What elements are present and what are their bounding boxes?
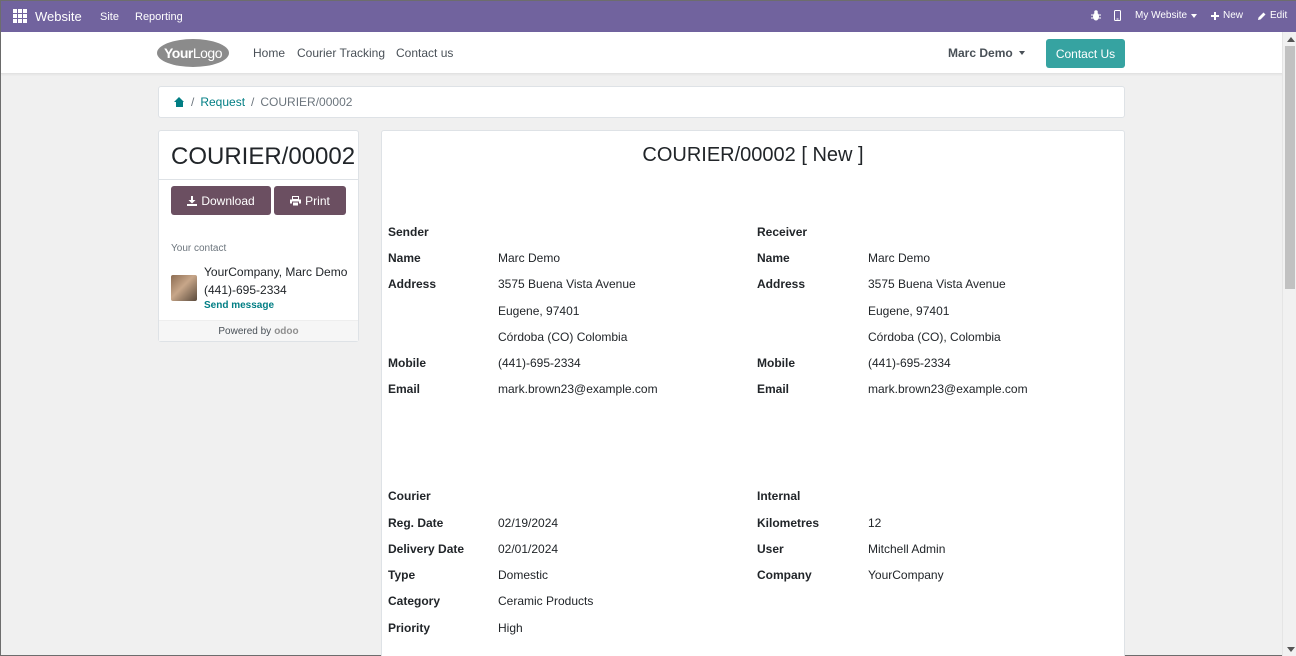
sender-email: mark.brown23@example.com <box>498 382 658 396</box>
nav-home[interactable]: Home <box>253 46 285 60</box>
powered-by-footer: Powered by odoo <box>159 320 358 341</box>
receiver-address-label: Address <box>757 277 806 291</box>
priority-value: High <box>498 621 523 635</box>
plus-icon <box>1211 11 1219 20</box>
user-value: Mitchell Admin <box>868 542 946 556</box>
mobile-preview-icon[interactable] <box>1114 10 1121 21</box>
company-value: YourCompany <box>868 568 944 582</box>
type-label: Type <box>388 568 416 582</box>
home-icon[interactable] <box>174 97 185 107</box>
courier-document: COURIER/00002 [ New ] Sender Name Marc D… <box>381 130 1125 656</box>
receiver-mobile: (441)-695-2334 <box>868 356 951 370</box>
divider <box>159 179 358 180</box>
sender-address-line2: Eugene, 97401 <box>498 304 580 318</box>
download-label: Download <box>201 193 255 208</box>
app-brand[interactable]: Website <box>35 9 82 24</box>
sender-address-line3: Córdoba (CO) Colombia <box>498 330 628 344</box>
page-scrollbar[interactable] <box>1282 32 1296 656</box>
sender-address-label: Address <box>388 277 437 291</box>
menu-reporting[interactable]: Reporting <box>135 11 183 23</box>
sender-address-line1: 3575 Buena Vista Avenue <box>498 277 636 291</box>
scroll-up-arrow-icon[interactable] <box>1287 37 1295 42</box>
receiver-address-line3: Córdoba (CO), Colombia <box>868 330 1001 344</box>
courier-heading: Courier <box>388 489 431 503</box>
company-logo[interactable]: Your Logo <box>157 39 229 67</box>
menu-site[interactable]: Site <box>100 11 119 23</box>
sidebar-card: COURIER/00002 Download Print Your contac… <box>158 130 359 342</box>
type-value: Domestic <box>498 568 549 582</box>
delivery-date: 02/01/2024 <box>498 542 559 556</box>
receiver-email: mark.brown23@example.com <box>868 382 1028 396</box>
category-label: Category <box>388 594 441 608</box>
kilometres-label: Kilometres <box>757 516 820 530</box>
receiver-heading: Receiver <box>757 225 808 239</box>
contact-us-button[interactable]: Contact Us <box>1046 39 1125 68</box>
receiver-name: Marc Demo <box>868 251 931 265</box>
breadcrumb-separator: / <box>191 95 195 109</box>
pencil-icon <box>1258 12 1266 20</box>
breadcrumb-request[interactable]: Request <box>200 95 245 109</box>
download-button[interactable]: Download <box>171 186 271 215</box>
my-website-label: My Website <box>1135 10 1188 21</box>
sender-email-label: Email <box>388 382 421 396</box>
edit-label: Edit <box>1270 10 1288 21</box>
powered-by-label: Powered by <box>218 325 272 337</box>
print-label: Print <box>305 193 330 208</box>
download-icon <box>187 195 198 206</box>
my-website-dropdown[interactable]: My Website <box>1135 10 1198 21</box>
receiver-name-label: Name <box>757 251 790 265</box>
website-header: Your Logo Home Courier Tracking Contact u… <box>1 32 1283 74</box>
company-label: Company <box>757 568 812 582</box>
reg-date: 02/19/2024 <box>498 516 559 530</box>
delivery-date-label: Delivery Date <box>388 542 465 556</box>
bug-icon[interactable] <box>1091 10 1101 21</box>
odoo-logo[interactable]: odoo <box>274 326 298 337</box>
scroll-thumb[interactable] <box>1285 46 1295 289</box>
sender-heading: Sender <box>388 225 429 239</box>
edit-button[interactable]: Edit <box>1258 10 1287 21</box>
sidebar-title: COURIER/00002 <box>171 143 356 170</box>
nav-courier-tracking[interactable]: Courier Tracking <box>297 46 385 60</box>
sender-name-label: Name <box>388 251 421 265</box>
user-name: Marc Demo <box>948 46 1013 60</box>
print-icon <box>290 195 302 206</box>
new-label: New <box>1223 10 1244 21</box>
nav-contact-us[interactable]: Contact us <box>396 46 453 60</box>
contact-phone: (441)-695-2334 <box>204 283 287 297</box>
contact-avatar <box>171 275 197 301</box>
chevron-down-icon <box>1191 13 1198 18</box>
sender-name: Marc Demo <box>498 251 561 265</box>
receiver-mobile-label: Mobile <box>757 356 795 370</box>
chevron-down-icon <box>1018 51 1025 55</box>
breadcrumb: / Request / COURIER/00002 <box>158 86 1125 118</box>
kilometres-value: 12 <box>868 516 882 530</box>
send-message-link[interactable]: Send message <box>204 300 274 311</box>
receiver-email-label: Email <box>757 382 790 396</box>
print-button[interactable]: Print <box>274 186 346 215</box>
receiver-address-line2: Eugene, 97401 <box>868 304 950 318</box>
new-button[interactable]: New <box>1211 10 1243 21</box>
user-label: User <box>757 542 784 556</box>
sender-mobile-label: Mobile <box>388 356 426 370</box>
apps-grid-icon[interactable] <box>13 9 27 23</box>
category-value: Ceramic Products <box>498 594 594 608</box>
contact-name: YourCompany, Marc Demo <box>204 265 348 279</box>
odoo-top-bar: Website Site Reporting My Website New Ed… <box>1 1 1296 32</box>
breadcrumb-current: COURIER/00002 <box>260 95 353 109</box>
internal-heading: Internal <box>757 489 801 503</box>
your-contact-label: Your contact <box>171 243 227 254</box>
document-title: COURIER/00002 [ New ] <box>642 144 864 166</box>
receiver-address-line1: 3575 Buena Vista Avenue <box>868 277 1006 291</box>
priority-label: Priority <box>388 621 431 635</box>
breadcrumb-separator: / <box>251 95 255 109</box>
scroll-down-arrow-icon[interactable] <box>1287 647 1295 652</box>
reg-date-label: Reg. Date <box>388 516 444 530</box>
sender-mobile: (441)-695-2334 <box>498 356 581 370</box>
logo-text-thin: Logo <box>192 45 223 61</box>
user-menu[interactable]: Marc Demo <box>948 46 1025 60</box>
logo-text-bold: Your <box>163 45 193 61</box>
